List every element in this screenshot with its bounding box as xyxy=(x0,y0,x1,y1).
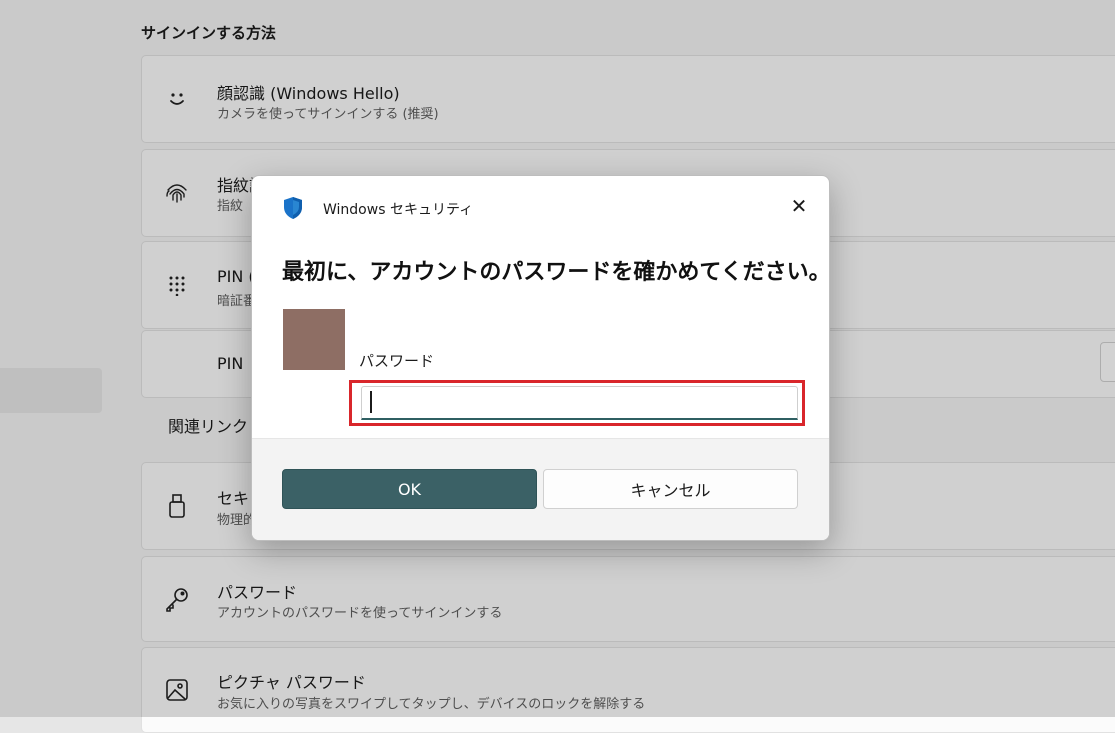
windows-security-dialog: Windows セキュリティ ✕ 最初に、アカウントのパスワードを確かめてくださ… xyxy=(251,175,830,541)
cancel-button[interactable]: キャンセル xyxy=(543,469,798,509)
password-input[interactable] xyxy=(361,386,798,420)
text-caret xyxy=(370,391,372,413)
dialog-title: Windows セキュリティ xyxy=(323,202,474,218)
password-label: パスワード xyxy=(359,352,435,370)
avatar xyxy=(283,309,345,370)
close-icon[interactable]: ✕ xyxy=(787,194,811,218)
dialog-heading: 最初に、アカウントのパスワードを確かめてください。 xyxy=(282,260,830,285)
windows-security-shield-icon xyxy=(282,196,304,220)
ok-button[interactable]: OK xyxy=(282,469,537,509)
dialog-footer: OK キャンセル xyxy=(252,438,829,540)
